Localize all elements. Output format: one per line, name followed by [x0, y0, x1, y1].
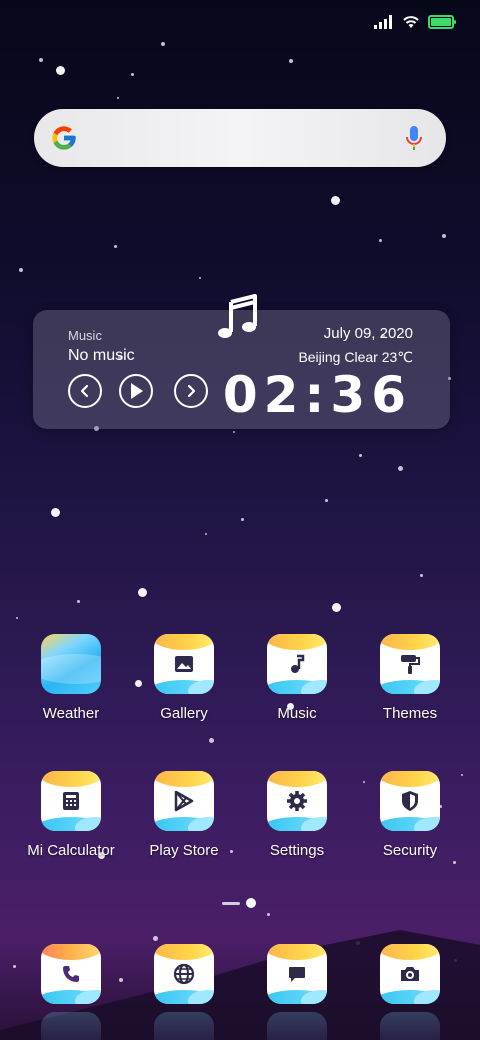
star [452, 860, 456, 864]
dock-phone[interactable] [16, 944, 126, 1004]
dock-reflection [154, 1012, 214, 1040]
app-security[interactable]: Security [355, 771, 465, 859]
phone-icon[interactable] [41, 944, 101, 1004]
widget-date: July 09, 2020 [323, 325, 413, 342]
star [19, 268, 23, 272]
star [442, 234, 446, 238]
app-label: Gallery [160, 705, 208, 722]
star [289, 59, 293, 63]
browser-icon[interactable] [154, 944, 214, 1004]
dock-reflection [267, 1012, 327, 1040]
search-bar[interactable] [34, 109, 446, 167]
widget-weather: Beijing Clear 23℃ [298, 349, 413, 365]
settings-icon[interactable] [267, 771, 327, 831]
star [117, 97, 119, 99]
app-label: Security [382, 842, 438, 859]
camera-icon[interactable] [380, 944, 440, 1004]
gallery-icon[interactable] [154, 634, 214, 694]
star [130, 72, 134, 76]
star [358, 453, 362, 457]
star [330, 195, 340, 205]
google-g-icon[interactable] [50, 124, 78, 152]
battery-icon [428, 15, 456, 29]
security-icon[interactable] [380, 771, 440, 831]
microphone-icon[interactable] [404, 125, 424, 151]
battery-fill [431, 18, 451, 26]
wifi-icon [403, 16, 419, 28]
page-indicator-inactive[interactable] [222, 901, 240, 905]
play-store-icon[interactable] [154, 771, 214, 831]
star [76, 599, 80, 603]
widget-music-label: Music [68, 328, 102, 343]
star [324, 498, 328, 502]
messages-icon[interactable] [267, 944, 327, 1004]
star [161, 42, 165, 46]
app-label: Mi Calculator [27, 842, 115, 859]
app-music[interactable]: Music [242, 634, 352, 722]
app-gallery[interactable]: Gallery [129, 634, 239, 722]
star [199, 277, 201, 279]
play-button[interactable] [119, 374, 153, 408]
music-icon[interactable] [267, 634, 327, 694]
app-label: Settings [269, 842, 325, 859]
dock-camera[interactable] [355, 944, 465, 1004]
dock-messages[interactable] [242, 944, 352, 1004]
app-label: Themes [382, 705, 438, 722]
page-indicator[interactable] [222, 898, 256, 908]
page-indicator-active[interactable] [246, 898, 256, 908]
star [16, 617, 18, 619]
dock-reflection [41, 1012, 101, 1040]
previous-icon [80, 384, 89, 398]
star [113, 244, 117, 248]
star [205, 533, 207, 535]
star [397, 465, 403, 471]
app-label: Play Store [149, 842, 219, 859]
star [137, 587, 147, 597]
weather-icon[interactable] [41, 634, 101, 694]
next-icon [187, 384, 196, 398]
app-play-store[interactable]: Play Store [129, 771, 239, 859]
app-label: Music [277, 705, 317, 722]
dock-reflection [380, 1012, 440, 1040]
star [233, 431, 235, 433]
star [331, 602, 341, 612]
status-bar [374, 10, 456, 34]
app-weather[interactable]: Weather [16, 634, 126, 722]
widget-clock[interactable]: 02:36 [223, 366, 412, 424]
star [378, 238, 382, 242]
star [419, 573, 423, 577]
cellular-signal-icon [374, 15, 392, 29]
star [240, 517, 244, 521]
previous-button[interactable] [68, 374, 102, 408]
next-button[interactable] [174, 374, 208, 408]
star [39, 58, 43, 62]
star [55, 65, 65, 75]
calculator-icon[interactable] [41, 771, 101, 831]
widget-music-status: No music [68, 347, 135, 364]
app-themes[interactable]: Themes [355, 634, 465, 722]
app-label: Weather [42, 705, 100, 722]
star [266, 912, 270, 916]
star [208, 737, 214, 743]
star [50, 507, 60, 517]
app-mi-calculator[interactable]: Mi Calculator [16, 771, 126, 859]
app-settings[interactable]: Settings [242, 771, 352, 859]
music-note-icon [218, 294, 257, 338]
play-icon [131, 383, 143, 399]
themes-icon[interactable] [380, 634, 440, 694]
dock-browser[interactable] [129, 944, 239, 1004]
